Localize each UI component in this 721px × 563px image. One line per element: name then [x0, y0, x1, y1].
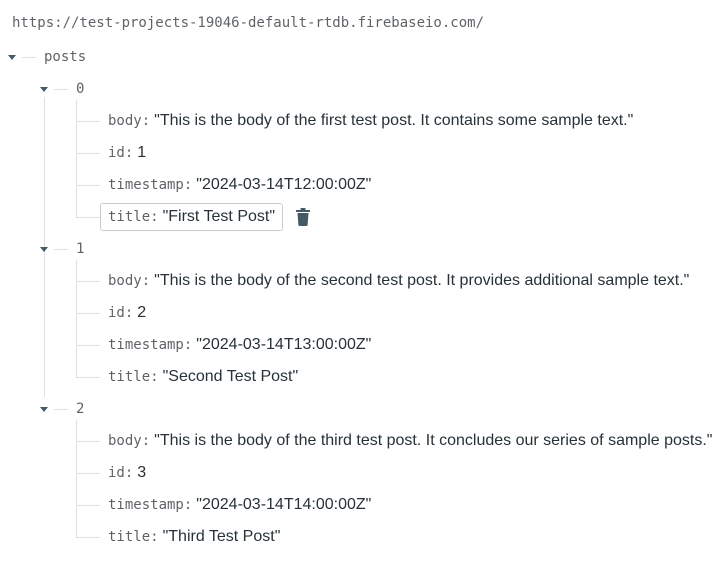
node-key-post-2[interactable]: 2	[76, 401, 84, 417]
field-row-body[interactable]: body: "This is the body of the third test…	[108, 429, 712, 453]
field-value: 2	[137, 304, 147, 321]
field-value: "This is the body of the third test post…	[154, 432, 713, 449]
tree-connector	[22, 57, 36, 58]
field-row-timestamp[interactable]: timestamp: "2024-03-14T14:00:00Z"	[108, 493, 371, 517]
field-separator: :	[124, 145, 134, 161]
field-value: "2024-03-14T14:00:00Z"	[196, 496, 372, 513]
tree-connector	[76, 217, 100, 218]
tree-connector	[76, 505, 100, 506]
tree-connector	[54, 409, 68, 410]
field-separator: :	[124, 465, 134, 481]
field-separator: :	[141, 113, 151, 129]
field-separator: :	[183, 337, 193, 353]
field-value: 3	[137, 464, 147, 481]
field-separator: :	[183, 177, 193, 193]
tree-connector	[76, 100, 77, 217]
field-separator: :	[183, 497, 193, 513]
tree-connector	[76, 473, 100, 474]
tree-connector	[76, 345, 100, 346]
field-row-timestamp[interactable]: timestamp: "2024-03-14T12:00:00Z"	[108, 173, 371, 197]
field-row-id[interactable]: id:3	[108, 461, 146, 485]
field-separator: :	[150, 209, 159, 225]
field-value: 1	[137, 144, 147, 161]
field-value: "This is the body of the second test pos…	[154, 272, 690, 289]
field-value: "Second Test Post"	[162, 368, 299, 385]
field-key: id	[108, 145, 125, 161]
tree-connector	[76, 313, 100, 314]
field-key: timestamp	[108, 497, 184, 513]
chevron-down-icon[interactable]	[40, 87, 48, 92]
node-key-post-1[interactable]: 1	[76, 241, 84, 257]
field-key: title	[108, 369, 151, 385]
node-key-post-0[interactable]: 0	[76, 81, 84, 97]
field-separator: :	[141, 433, 151, 449]
field-value: "First Test Post"	[162, 208, 276, 225]
field-separator: :	[141, 273, 151, 289]
tree-connector	[76, 537, 100, 538]
tree-connector	[54, 249, 68, 250]
node-key-posts[interactable]: posts	[44, 49, 86, 65]
field-row-body[interactable]: body: "This is the body of the first test…	[108, 109, 633, 133]
field-value: "2024-03-14T13:00:00Z"	[196, 336, 372, 353]
field-key: body	[108, 433, 142, 449]
chevron-down-icon[interactable]	[8, 55, 16, 60]
field-row-body[interactable]: body: "This is the body of the second tes…	[108, 269, 689, 293]
field-separator: :	[150, 529, 159, 545]
tree-connector	[76, 260, 77, 377]
field-separator: :	[124, 305, 134, 321]
field-row-title-selected[interactable]: title: "First Test Post"	[100, 203, 284, 231]
field-row-title[interactable]: title: "Third Test Post"	[108, 525, 280, 549]
field-row-id[interactable]: id:1	[108, 141, 146, 165]
field-row-timestamp[interactable]: timestamp: "2024-03-14T13:00:00Z"	[108, 333, 371, 357]
chevron-down-icon[interactable]	[40, 407, 48, 412]
field-value: "This is the body of the first test post…	[154, 112, 634, 129]
field-separator: :	[150, 369, 159, 385]
tree-connector	[76, 121, 100, 122]
tree-connector	[76, 377, 100, 378]
field-value: "Third Test Post"	[162, 528, 281, 545]
tree-connector	[76, 441, 100, 442]
trash-icon[interactable]	[295, 208, 311, 226]
field-row-title[interactable]: title: "Second Test Post"	[108, 365, 298, 389]
field-key: title	[108, 209, 151, 225]
field-key: body	[108, 113, 142, 129]
field-key: timestamp	[108, 337, 184, 353]
field-value: "2024-03-14T12:00:00Z"	[196, 176, 372, 193]
field-key: title	[108, 529, 151, 545]
field-key: id	[108, 305, 125, 321]
tree-connector	[76, 420, 77, 537]
field-key: timestamp	[108, 177, 184, 193]
database-url[interactable]: https://test-projects-19046-default-rtdb…	[12, 15, 484, 31]
tree-connector	[76, 185, 100, 186]
field-key: body	[108, 273, 142, 289]
tree-connector	[76, 281, 100, 282]
field-key: id	[108, 465, 125, 481]
chevron-down-icon[interactable]	[40, 247, 48, 252]
tree-connector	[54, 89, 68, 90]
field-row-id[interactable]: id:2	[108, 301, 146, 325]
tree-connector	[76, 153, 100, 154]
